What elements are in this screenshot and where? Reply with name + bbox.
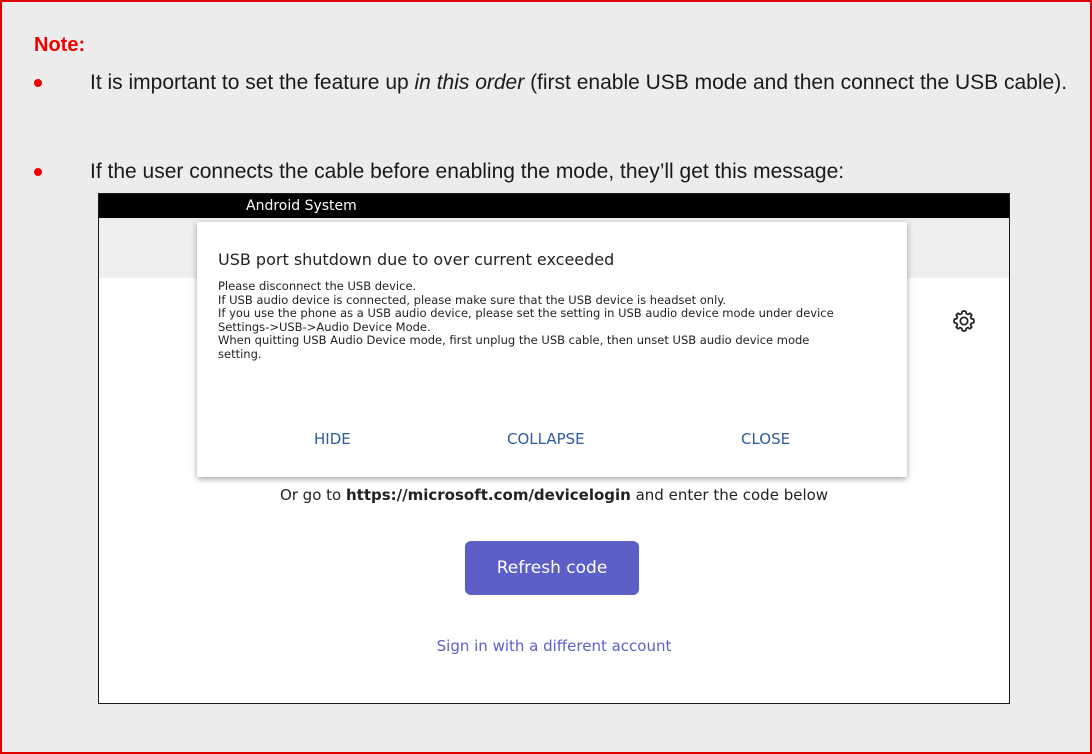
device-screenshot: Android System USB port shutdown due to … [98, 193, 1010, 704]
bullet-text-emphasis: in this order [414, 71, 525, 94]
gear-icon[interactable] [951, 308, 977, 334]
dialog-body-line: Please disconnect the USB device. [218, 279, 417, 293]
close-button[interactable]: CLOSE [741, 430, 790, 448]
dialog-body: Please disconnect the USB device. If USB… [218, 279, 898, 361]
instruction-pre: Or go to [279, 486, 346, 504]
status-bar-title: Android System [246, 198, 357, 214]
bullet-text-pre: It is important to set the feature up [90, 71, 415, 94]
refresh-code-button[interactable]: Refresh code [465, 541, 639, 595]
dialog-body-line: If USB audio device is connected, please… [218, 292, 727, 307]
bullet-dot [34, 168, 42, 176]
device-login-url: https://microsoft.com/devicelogin [345, 486, 631, 504]
hide-button[interactable]: HIDE [314, 430, 351, 448]
note-title: Note: [34, 34, 86, 56]
dialog-body-line: Settings->USB->Audio Device Mode. [218, 319, 431, 334]
bullet-text-order: It is important to set the feature up in… [90, 68, 1080, 98]
status-bar: Android System [99, 194, 1009, 218]
sign-in-different-account-link[interactable]: Sign in with a different account [99, 637, 1009, 655]
instruction-post: and enter the code below [630, 486, 829, 504]
dialog-body-line: When quitting USB Audio Device mode, fir… [218, 333, 810, 347]
dialog-title: USB port shutdown due to over current ex… [218, 250, 615, 269]
collapse-button[interactable]: COLLAPSE [507, 430, 585, 448]
usb-warning-dialog: USB port shutdown due to over current ex… [197, 222, 907, 477]
device-login-instruction: Or go to https://microsoft.com/devicelog… [99, 486, 1009, 504]
bullet-text-post: (first enable USB mode and then connect … [524, 71, 1068, 94]
dialog-body-line: If you use the phone as a USB audio devi… [218, 306, 834, 320]
bullet-text-message: If the user connects the cable before en… [90, 160, 845, 183]
dialog-body-line: setting. [218, 346, 262, 361]
bullet-dot [34, 79, 42, 87]
